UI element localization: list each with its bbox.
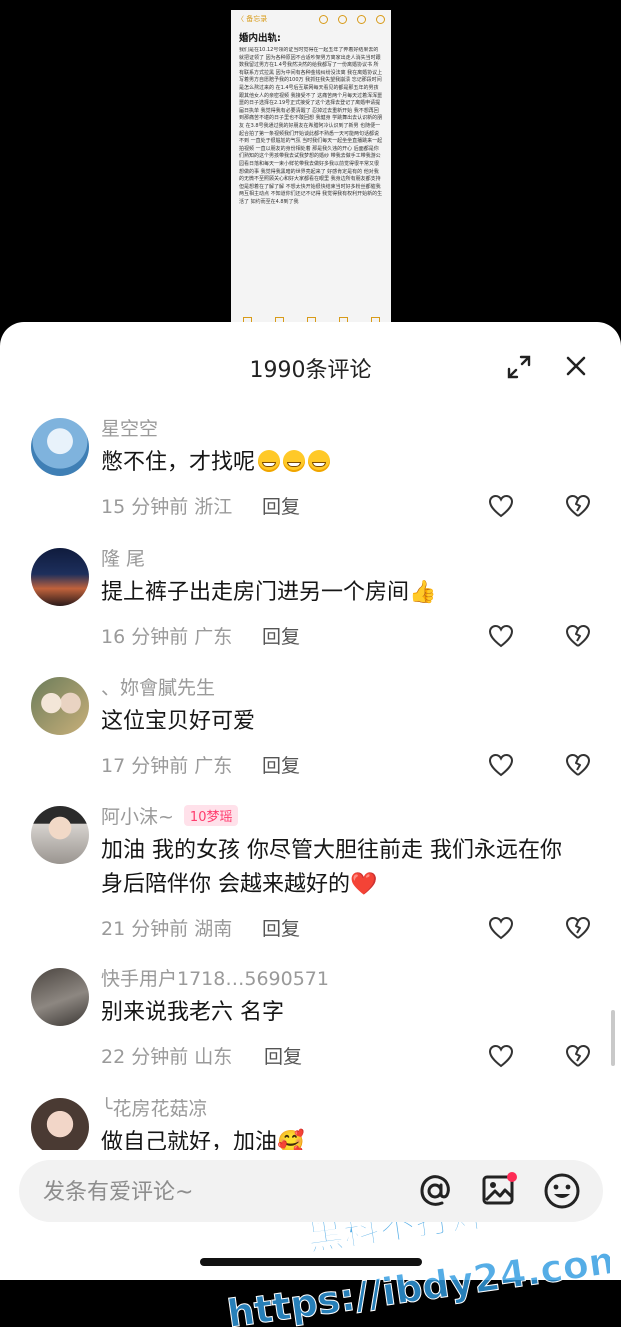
heart-icon[interactable]	[488, 753, 514, 777]
fan-badge[interactable]: 10梦瑶	[183, 805, 239, 826]
reply-button[interactable]: 回复	[262, 914, 300, 941]
memo-back-label: 〈 备忘录	[237, 15, 268, 23]
comment-username[interactable]: 隆 尾	[101, 544, 145, 571]
reply-button[interactable]: 回复	[262, 622, 300, 649]
reply-button[interactable]: 回复	[262, 751, 300, 778]
home-indicator[interactable]	[200, 1258, 422, 1266]
comment-username[interactable]: 阿小沫~ 10梦瑶	[101, 802, 239, 829]
memo-toolbar-icons	[319, 14, 385, 24]
avatar[interactable]	[31, 806, 89, 864]
broken-heart-icon[interactable]	[565, 916, 591, 940]
mention-at-icon[interactable]	[417, 1173, 453, 1209]
emoji-picker-icon[interactable]	[543, 1172, 581, 1210]
comment-username[interactable]: 快手用户1718…5690571	[101, 964, 329, 991]
comment-text: 提上裤子出走房门进另一个房间👍	[101, 580, 437, 605]
heart-icon[interactable]	[488, 494, 514, 518]
expand-icon[interactable]	[506, 354, 532, 380]
reply-button[interactable]: 回复	[264, 1042, 302, 1069]
comment-meta: 21 分钟前 湖南	[101, 918, 233, 940]
image-picker-icon[interactable]	[481, 1172, 517, 1208]
comment-meta: 17 分钟前 广东	[101, 755, 233, 777]
comment-meta: 16 分钟前 广东	[101, 626, 233, 648]
comment-input-bar	[19, 1160, 603, 1224]
avatar[interactable]	[31, 1098, 89, 1150]
memo-toolbar: 〈 备忘录	[231, 10, 391, 28]
comment-meta: 22 分钟前 山东	[101, 1046, 233, 1068]
avatar[interactable]	[31, 418, 89, 476]
watermark-line2: https://ibdy24.com	[225, 1236, 610, 1327]
comment-text: 憋不住，才找呢	[101, 446, 581, 480]
heart-icon[interactable]	[488, 1044, 514, 1068]
comment-text: 做自己就好，加油🥰	[101, 1130, 305, 1150]
broken-heart-icon[interactable]	[565, 753, 591, 777]
comment-meta: 15 分钟前 浙江	[101, 496, 233, 518]
broken-heart-icon[interactable]	[565, 1044, 591, 1068]
close-icon[interactable]	[564, 354, 588, 378]
broken-heart-icon[interactable]	[565, 494, 591, 518]
reply-button[interactable]: 回复	[262, 492, 300, 519]
comment-text: 别来说我老六 名字	[101, 1000, 284, 1025]
comment-text: 加油 我的女孩 你尽管大胆往前走 我们永远在你身后陪伴你 会越来越好的❤️	[101, 838, 562, 897]
memo-title: 婚内出轨:	[239, 33, 281, 44]
avatar[interactable]	[31, 677, 89, 735]
comment-list: 星空空 憋不住，才找呢 15 分钟前 浙江 回复 隆 尾 提上裤子出走房门进另一…	[0, 402, 621, 1150]
memo-body: 我们是在10.12号领的证当时觉得在一起五年了奔着好结果去的就把证领了 因为各种…	[239, 47, 383, 205]
scrollbar[interactable]	[611, 1010, 615, 1066]
avatar[interactable]	[31, 548, 89, 606]
grin-emoji-icon	[308, 450, 331, 472]
heart-icon[interactable]	[488, 916, 514, 940]
grin-emoji-icon	[283, 450, 306, 472]
grin-emoji-icon	[258, 450, 281, 472]
heart-icon[interactable]	[488, 624, 514, 648]
broken-heart-icon[interactable]	[565, 624, 591, 648]
background-video-area: 〈 备忘录 婚内出轨: 我们是在10.12号领的证当时觉得在一起五年了奔着好结果…	[0, 0, 621, 330]
comment-username[interactable]: 、妳會膩先生	[101, 673, 215, 700]
comment-username[interactable]: 星空空	[101, 414, 158, 441]
comment-text: 这位宝贝好可爱	[101, 709, 256, 734]
comment-input[interactable]	[41, 1160, 385, 1224]
memo-screenshot: 〈 备忘录 婚内出轨: 我们是在10.12号领的证当时觉得在一起五年了奔着好结果…	[231, 10, 391, 325]
comment-username[interactable]: ╰花房花菇凉	[101, 1094, 207, 1121]
comment-sheet: 1990条评论 星空空 憋不住，才找呢 15 分钟前 浙江 回复 隆 尾 提上裤…	[0, 322, 621, 1327]
avatar[interactable]	[31, 968, 89, 1026]
